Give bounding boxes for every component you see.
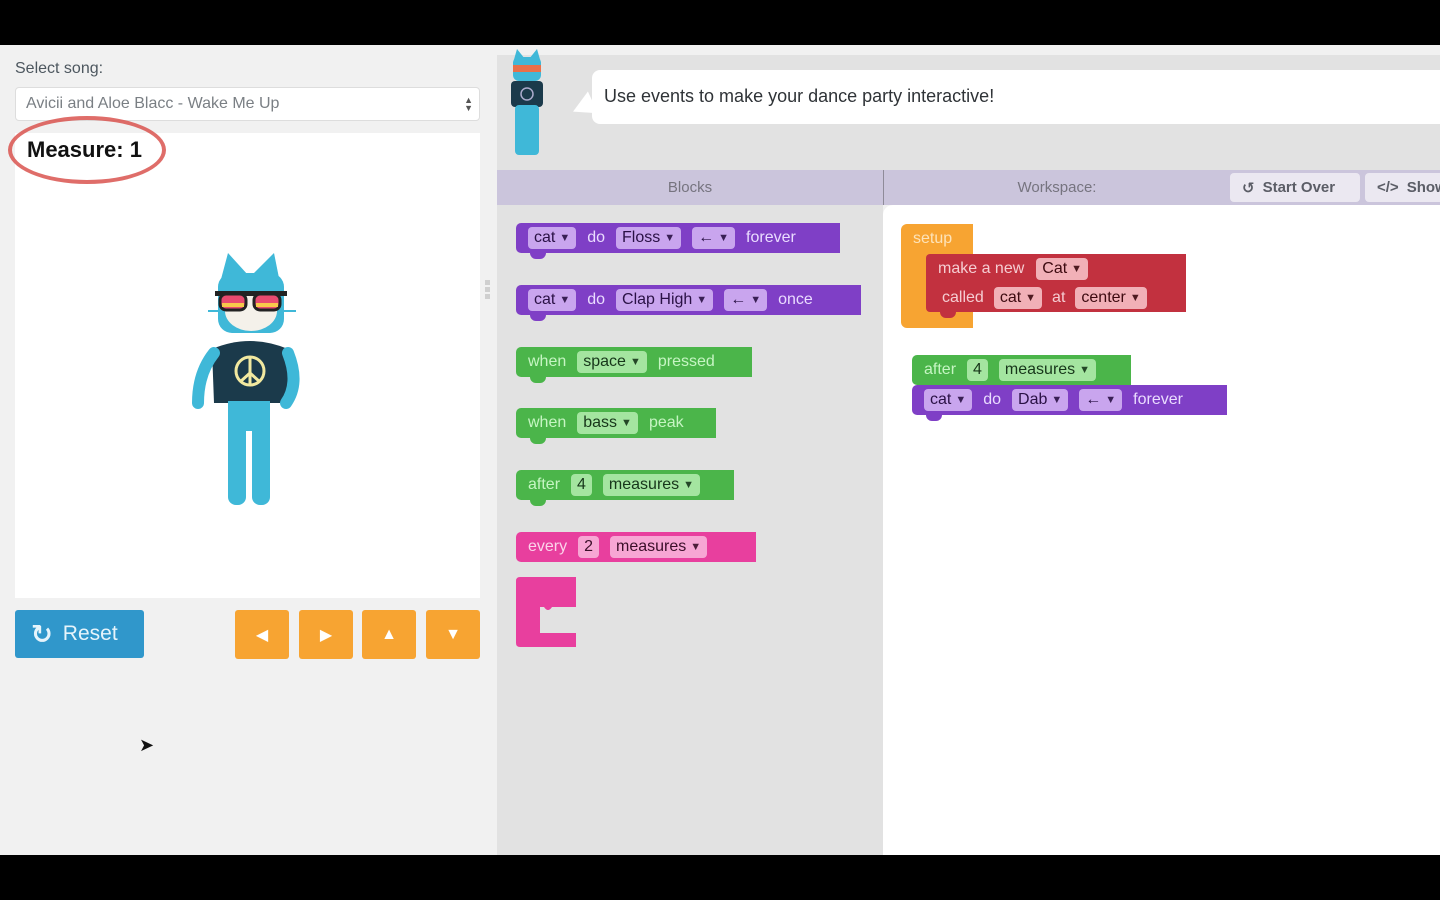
arrow-right-button[interactable]: ▶	[299, 610, 353, 659]
workspace-header: Blocks Workspace: ↺ Start Over </> Show …	[497, 170, 1440, 205]
refresh-icon: ↻	[31, 618, 53, 649]
start-over-label: Start Over	[1262, 179, 1336, 196]
direction-dropdown[interactable]: ← ▼	[1079, 389, 1123, 411]
arrow-right-icon: ▶	[319, 626, 333, 644]
dance-move-dropdown[interactable]: Floss ▼	[616, 227, 682, 249]
every-block-c-shape	[516, 577, 576, 647]
start-over-button[interactable]: ↺ Start Over	[1230, 173, 1360, 202]
measure-count-input[interactable]: 4	[571, 474, 592, 496]
dance-move-dropdown[interactable]: Clap High ▼	[616, 289, 714, 311]
toolbox-block-when-key-pressed[interactable]: when space ▼ pressed	[516, 347, 752, 383]
range-dropdown[interactable]: bass ▼	[577, 412, 638, 434]
block-text: do	[587, 229, 606, 246]
block-text: at	[1052, 288, 1066, 306]
show-code-label: Show Code	[1406, 179, 1440, 196]
show-code-button[interactable]: </> Show Code	[1365, 173, 1440, 202]
select-arrows-icon: ▲ ▼	[464, 95, 473, 113]
direction-dropdown[interactable]: ← ▼	[724, 289, 768, 311]
letterbox-bottom	[0, 855, 1440, 900]
arrow-up-button[interactable]: ▲	[362, 610, 416, 659]
block-text: once	[778, 291, 813, 308]
blocks-header-label: Blocks	[667, 179, 713, 196]
reset-button[interactable]: ↻ Reset	[15, 610, 144, 658]
letterbox-top	[0, 0, 1440, 45]
panel-resize-handle[interactable]	[485, 280, 491, 302]
arrow-up-icon: ▲	[381, 625, 397, 643]
location-dropdown[interactable]: center ▼	[1075, 286, 1147, 309]
toolbox-block-every-measures[interactable]: every 2 measures ▼	[516, 532, 756, 562]
make-new-sprite-block[interactable]: make a new Cat ▼ called cat ▼ at center ▼	[926, 254, 1186, 318]
block-text: after	[528, 476, 561, 493]
dance-move-dropdown[interactable]: Dab ▼	[1012, 389, 1069, 411]
sprite-type-dropdown[interactable]: Cat ▼	[1036, 257, 1089, 280]
setup-label: setup	[913, 230, 953, 247]
sprite-dropdown[interactable]: cat ▼	[528, 289, 577, 311]
block-text: every	[528, 538, 568, 555]
workspace-header-label: Workspace:	[1017, 179, 1097, 196]
block-text: called	[942, 288, 984, 306]
code-icon: </>	[1377, 179, 1399, 196]
measure-counter: Measure: 1	[27, 137, 142, 162]
sprite-dropdown[interactable]: cat ▼	[924, 389, 973, 411]
block-text: when	[528, 414, 567, 431]
song-selected-value: Avicii and Aloe Blacc - Wake Me Up	[26, 95, 280, 112]
arrow-left-icon: ◀	[255, 626, 269, 644]
block-text: forever	[1133, 391, 1183, 408]
instruction-text: Use events to make your dance party inte…	[604, 86, 995, 106]
measure-count-input[interactable]: 4	[967, 359, 988, 381]
block-text: make a new	[938, 259, 1025, 277]
dance-stage: Measure: 1	[8, 116, 480, 598]
dance-party-app: Select song: Avicii and Aloe Blacc - Wak…	[0, 45, 1440, 855]
cat-dancer-sprite	[192, 253, 300, 505]
arrow-left-button[interactable]: ◀	[235, 610, 289, 659]
block-text: after	[924, 361, 957, 378]
arrow-down-button[interactable]: ▼	[426, 610, 480, 659]
block-text: forever	[746, 229, 796, 246]
every-count-input[interactable]: 2	[578, 536, 600, 558]
instructions-area: Use events to make your dance party inte…	[497, 49, 1440, 170]
block-text: do	[587, 291, 606, 308]
start-over-icon: ↺	[1242, 179, 1255, 197]
reset-button-label: Reset	[62, 622, 118, 645]
block-text: peak	[648, 414, 684, 431]
workspace-do-forever-block[interactable]: cat ▼ do Dab ▼ ← ▼ forever	[912, 385, 1227, 421]
block-text: do	[983, 391, 1002, 408]
unit-dropdown[interactable]: measures ▼	[610, 536, 708, 558]
song-select-label: Select song:	[15, 60, 104, 77]
direction-dropdown[interactable]: ← ▼	[692, 227, 736, 249]
toolbox-block-do-once[interactable]: cat ▼ do Clap High ▼ ← ▼ once	[516, 285, 861, 321]
sprite-name-dropdown[interactable]: cat ▼	[993, 286, 1043, 309]
instruction-bubble: Use events to make your dance party inte…	[592, 70, 1440, 124]
cat-avatar-icon	[511, 49, 543, 155]
toolbox-block-after-measures[interactable]: after 4 measures ▼	[516, 470, 734, 506]
visualization-panel: Select song: Avicii and Aloe Blacc - Wak…	[0, 45, 497, 855]
block-text: when	[528, 353, 567, 370]
toolbox-block-do-forever[interactable]: cat ▼ do Floss ▼ ← ▼ forever	[516, 223, 840, 259]
sprite-dropdown[interactable]: cat ▼	[528, 227, 577, 249]
arrow-down-icon: ▼	[445, 625, 461, 643]
unit-dropdown[interactable]: measures ▼	[602, 474, 701, 496]
workspace-after-measures-block[interactable]: after 4 measures ▼	[912, 355, 1131, 391]
mouse-pointer-icon: ➤	[139, 735, 155, 755]
toolbox-block-when-peak[interactable]: when bass ▼ peak	[516, 408, 716, 444]
unit-dropdown[interactable]: measures ▼	[998, 359, 1097, 381]
block-text: pressed	[657, 353, 715, 370]
key-dropdown[interactable]: space ▼	[577, 351, 647, 373]
